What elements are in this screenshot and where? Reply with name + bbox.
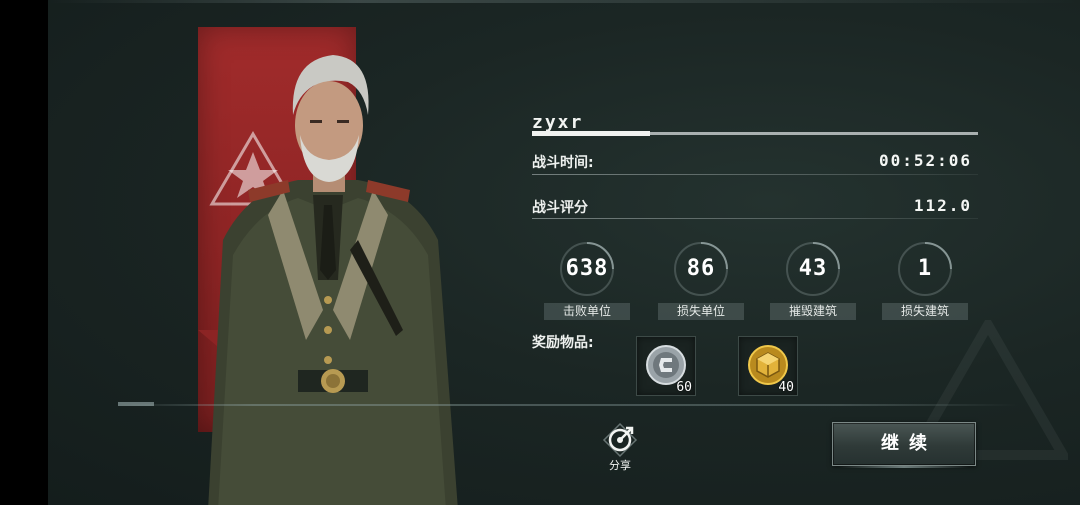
battle-time-value: 00:52:06: [878, 151, 972, 170]
share-label: 分享: [609, 459, 631, 472]
stat-units-defeated: 638 击败单位: [544, 240, 630, 322]
stat-value: 43: [798, 256, 828, 281]
stat-label: 损失单位: [658, 303, 744, 320]
rewards-label: 奖励物品:: [532, 335, 594, 351]
battle-score-value: 112.0: [913, 196, 972, 215]
stat-label: 损失建筑: [882, 303, 968, 320]
share-button[interactable]: 分享: [600, 422, 640, 474]
battle-time-divider: [532, 174, 978, 175]
footer-divider: [118, 404, 1018, 406]
stat-label: 摧毁建筑: [770, 303, 856, 320]
battle-score-divider: [532, 218, 978, 219]
stat-units-lost: 86 损失单位: [658, 240, 744, 322]
stat-buildings-lost: 1 损失建筑: [882, 240, 968, 322]
stat-buildings-destroyed: 43 摧毁建筑: [770, 240, 856, 322]
battle-time-label: 战斗时间:: [532, 155, 594, 171]
player-name-underline-accent: [532, 131, 650, 136]
reward-count: 40: [778, 380, 794, 395]
player-name: zyxr: [532, 112, 584, 133]
share-icon: [602, 422, 638, 458]
stat-label: 击败单位: [544, 303, 630, 320]
stat-value: 86: [686, 256, 716, 281]
battle-score-label: 战斗评分: [532, 200, 588, 216]
stat-value: 1: [917, 256, 933, 281]
commander-portrait: [208, 55, 458, 505]
reward-item-silver[interactable]: 60: [636, 336, 696, 396]
battle-result-screen: zyxr 战斗时间: 00:52:06 战斗评分 112.0 638 击败单位 …: [48, 0, 1080, 505]
continue-button[interactable]: 继续: [832, 422, 976, 468]
reward-count: 60: [676, 380, 692, 395]
footer-divider-tick: [118, 402, 154, 406]
stat-value: 638: [565, 256, 609, 281]
reward-item-gold[interactable]: 40: [738, 336, 798, 396]
